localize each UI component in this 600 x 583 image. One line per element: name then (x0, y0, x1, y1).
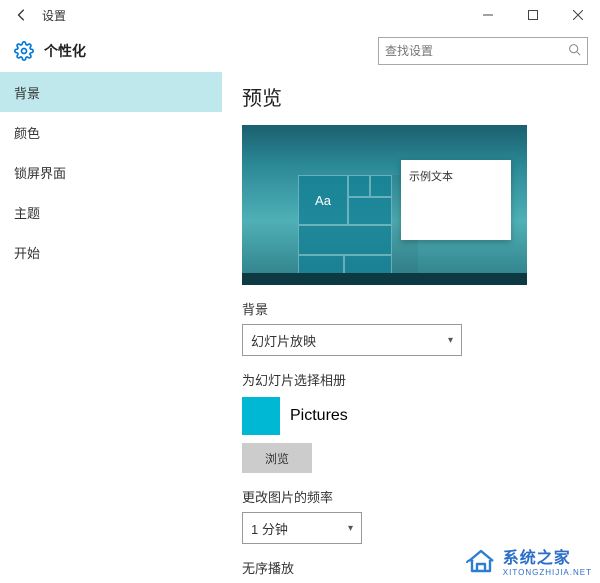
nav-item-colors[interactable]: 颜色 (0, 112, 222, 152)
content-area: 预览 Aa 示例文本 背景 幻灯片放映 ▾ 为幻灯片选择相册 Pic (222, 72, 600, 583)
nav-label: 背景 (14, 83, 40, 102)
page-header: 个性化 (0, 30, 600, 72)
window-title: 设置 (42, 7, 66, 24)
preview-tile (344, 255, 392, 275)
window-controls (465, 0, 600, 30)
arrow-left-icon (15, 8, 29, 22)
chevron-down-icon: ▾ (448, 335, 453, 346)
section-title: 个性化 (44, 41, 86, 61)
nav-label: 主题 (14, 203, 40, 222)
preview-heading: 预览 (242, 82, 584, 111)
album-label: 为幻灯片选择相册 (242, 370, 584, 389)
nav-label: 开始 (14, 243, 40, 262)
sample-text: 示例文本 (409, 171, 453, 183)
nav-item-lockscreen[interactable]: 锁屏界面 (0, 152, 222, 192)
chevron-down-icon: ▾ (348, 523, 353, 534)
background-label: 背景 (242, 299, 584, 318)
browse-button[interactable]: 浏览 (242, 443, 312, 473)
settings-icon (12, 39, 36, 63)
dropdown-value: 1 分钟 (251, 519, 288, 538)
nav-item-themes[interactable]: 主题 (0, 192, 222, 232)
maximize-icon (528, 10, 538, 20)
minimize-icon (483, 10, 493, 20)
preview-tile (298, 225, 392, 255)
preview-taskbar (242, 273, 527, 285)
minimize-button[interactable] (465, 0, 510, 30)
nav-item-background[interactable]: 背景 (0, 72, 222, 112)
album-name: Pictures (290, 407, 348, 425)
sidebar-nav: 背景 颜色 锁屏界面 主题 开始 (0, 72, 222, 583)
nav-label: 颜色 (14, 123, 40, 142)
frequency-dropdown[interactable]: 1 分钟 ▾ (242, 512, 362, 544)
close-icon (573, 10, 583, 20)
album-thumbnail (242, 397, 280, 435)
desktop-preview: Aa 示例文本 (242, 125, 527, 285)
preview-tile-large: Aa (298, 175, 348, 225)
background-dropdown[interactable]: 幻灯片放映 ▾ (242, 324, 462, 356)
dropdown-value: 幻灯片放映 (251, 331, 316, 350)
search-input[interactable] (385, 44, 568, 58)
album-row: Pictures (242, 395, 482, 437)
start-tiles-mock: Aa (298, 175, 418, 275)
preview-tile (348, 175, 370, 197)
search-icon (568, 43, 581, 59)
close-button[interactable] (555, 0, 600, 30)
shuffle-label: 无序播放 (242, 558, 584, 577)
preview-tile (298, 255, 344, 275)
nav-label: 锁屏界面 (14, 163, 66, 182)
title-bar: 设置 (0, 0, 600, 30)
back-button[interactable] (8, 1, 36, 29)
frequency-label: 更改图片的频率 (242, 487, 584, 506)
search-input-wrapper[interactable] (378, 37, 588, 65)
preview-tile (348, 197, 392, 225)
nav-item-start[interactable]: 开始 (0, 232, 222, 272)
maximize-button[interactable] (510, 0, 555, 30)
main-layout: 背景 颜色 锁屏界面 主题 开始 预览 Aa 示例文本 背景 幻灯片放映 (0, 72, 600, 583)
preview-tile (370, 175, 392, 197)
preview-window-mock: 示例文本 (401, 160, 511, 240)
